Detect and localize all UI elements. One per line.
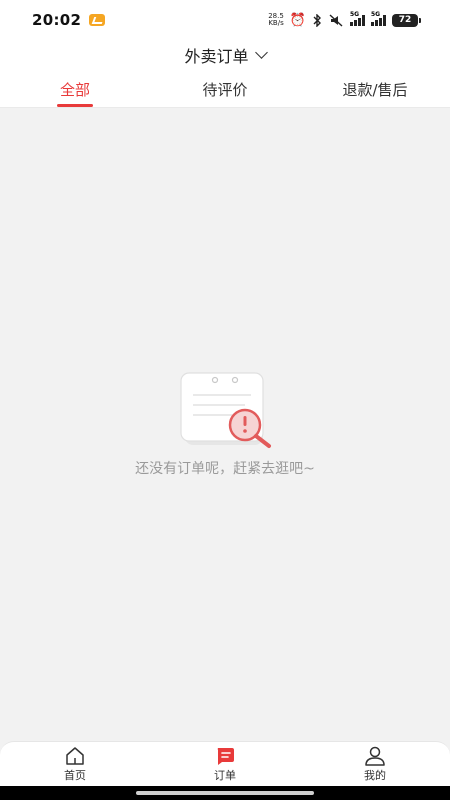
alarm-icon: ⏰ xyxy=(289,12,306,28)
empty-state-message: 还没有订单呢，赶紧去逛吧~ xyxy=(135,461,315,477)
nav-label-profile: 我的 xyxy=(364,769,386,782)
mute-icon xyxy=(329,13,343,27)
screen: 20:02 28.5 KB/s ⏰ 5G 5G 72 外卖订单 全部 待评价 退… xyxy=(0,0,450,800)
tab-refund-aftersale[interactable]: 退款/售后 xyxy=(330,70,420,108)
nav-item-home[interactable]: 首页 xyxy=(45,746,105,784)
nav-label-home: 首页 xyxy=(64,769,86,782)
bluetooth-icon xyxy=(313,13,321,27)
signal-icon-2: 5G xyxy=(371,11,386,26)
battery-icon: 72 xyxy=(392,13,421,27)
signal-label-2: 5G xyxy=(371,11,381,18)
nav-label-orders: 订单 xyxy=(214,769,236,782)
signal-label-1: 5G xyxy=(350,11,360,18)
chevron-down-icon[interactable] xyxy=(254,45,268,59)
order-tabs: 全部 待评价 退款/售后 xyxy=(0,70,450,108)
nav-item-orders[interactable]: 订单 xyxy=(195,746,255,784)
home-indicator[interactable] xyxy=(136,791,314,795)
header[interactable]: 外卖订单 xyxy=(0,40,450,70)
signal-icon-1: 5G xyxy=(350,11,365,26)
page-title[interactable]: 外卖订单 xyxy=(184,43,248,67)
profile-icon xyxy=(365,746,385,766)
empty-orders-icon xyxy=(180,372,271,448)
tab-pending-review[interactable]: 待评价 xyxy=(190,70,260,108)
network-speed: 28.5 KB/s xyxy=(268,13,284,27)
status-bar: 20:02 28.5 KB/s ⏰ 5G 5G 72 xyxy=(0,0,450,40)
bottom-navigation: 首页 订单 我的 xyxy=(0,741,450,786)
home-icon xyxy=(66,747,84,765)
network-speed-unit: KB/s xyxy=(268,19,284,27)
gesture-bar xyxy=(0,786,450,800)
tab-indicator xyxy=(57,104,93,107)
tab-all[interactable]: 全部 xyxy=(45,70,105,108)
order-icon xyxy=(217,748,234,765)
status-icons: 28.5 KB/s ⏰ 5G 5G 72 xyxy=(268,11,421,28)
app-notification-icon xyxy=(89,14,106,26)
nav-item-profile[interactable]: 我的 xyxy=(345,746,405,784)
status-time: 20:02 xyxy=(32,11,82,29)
